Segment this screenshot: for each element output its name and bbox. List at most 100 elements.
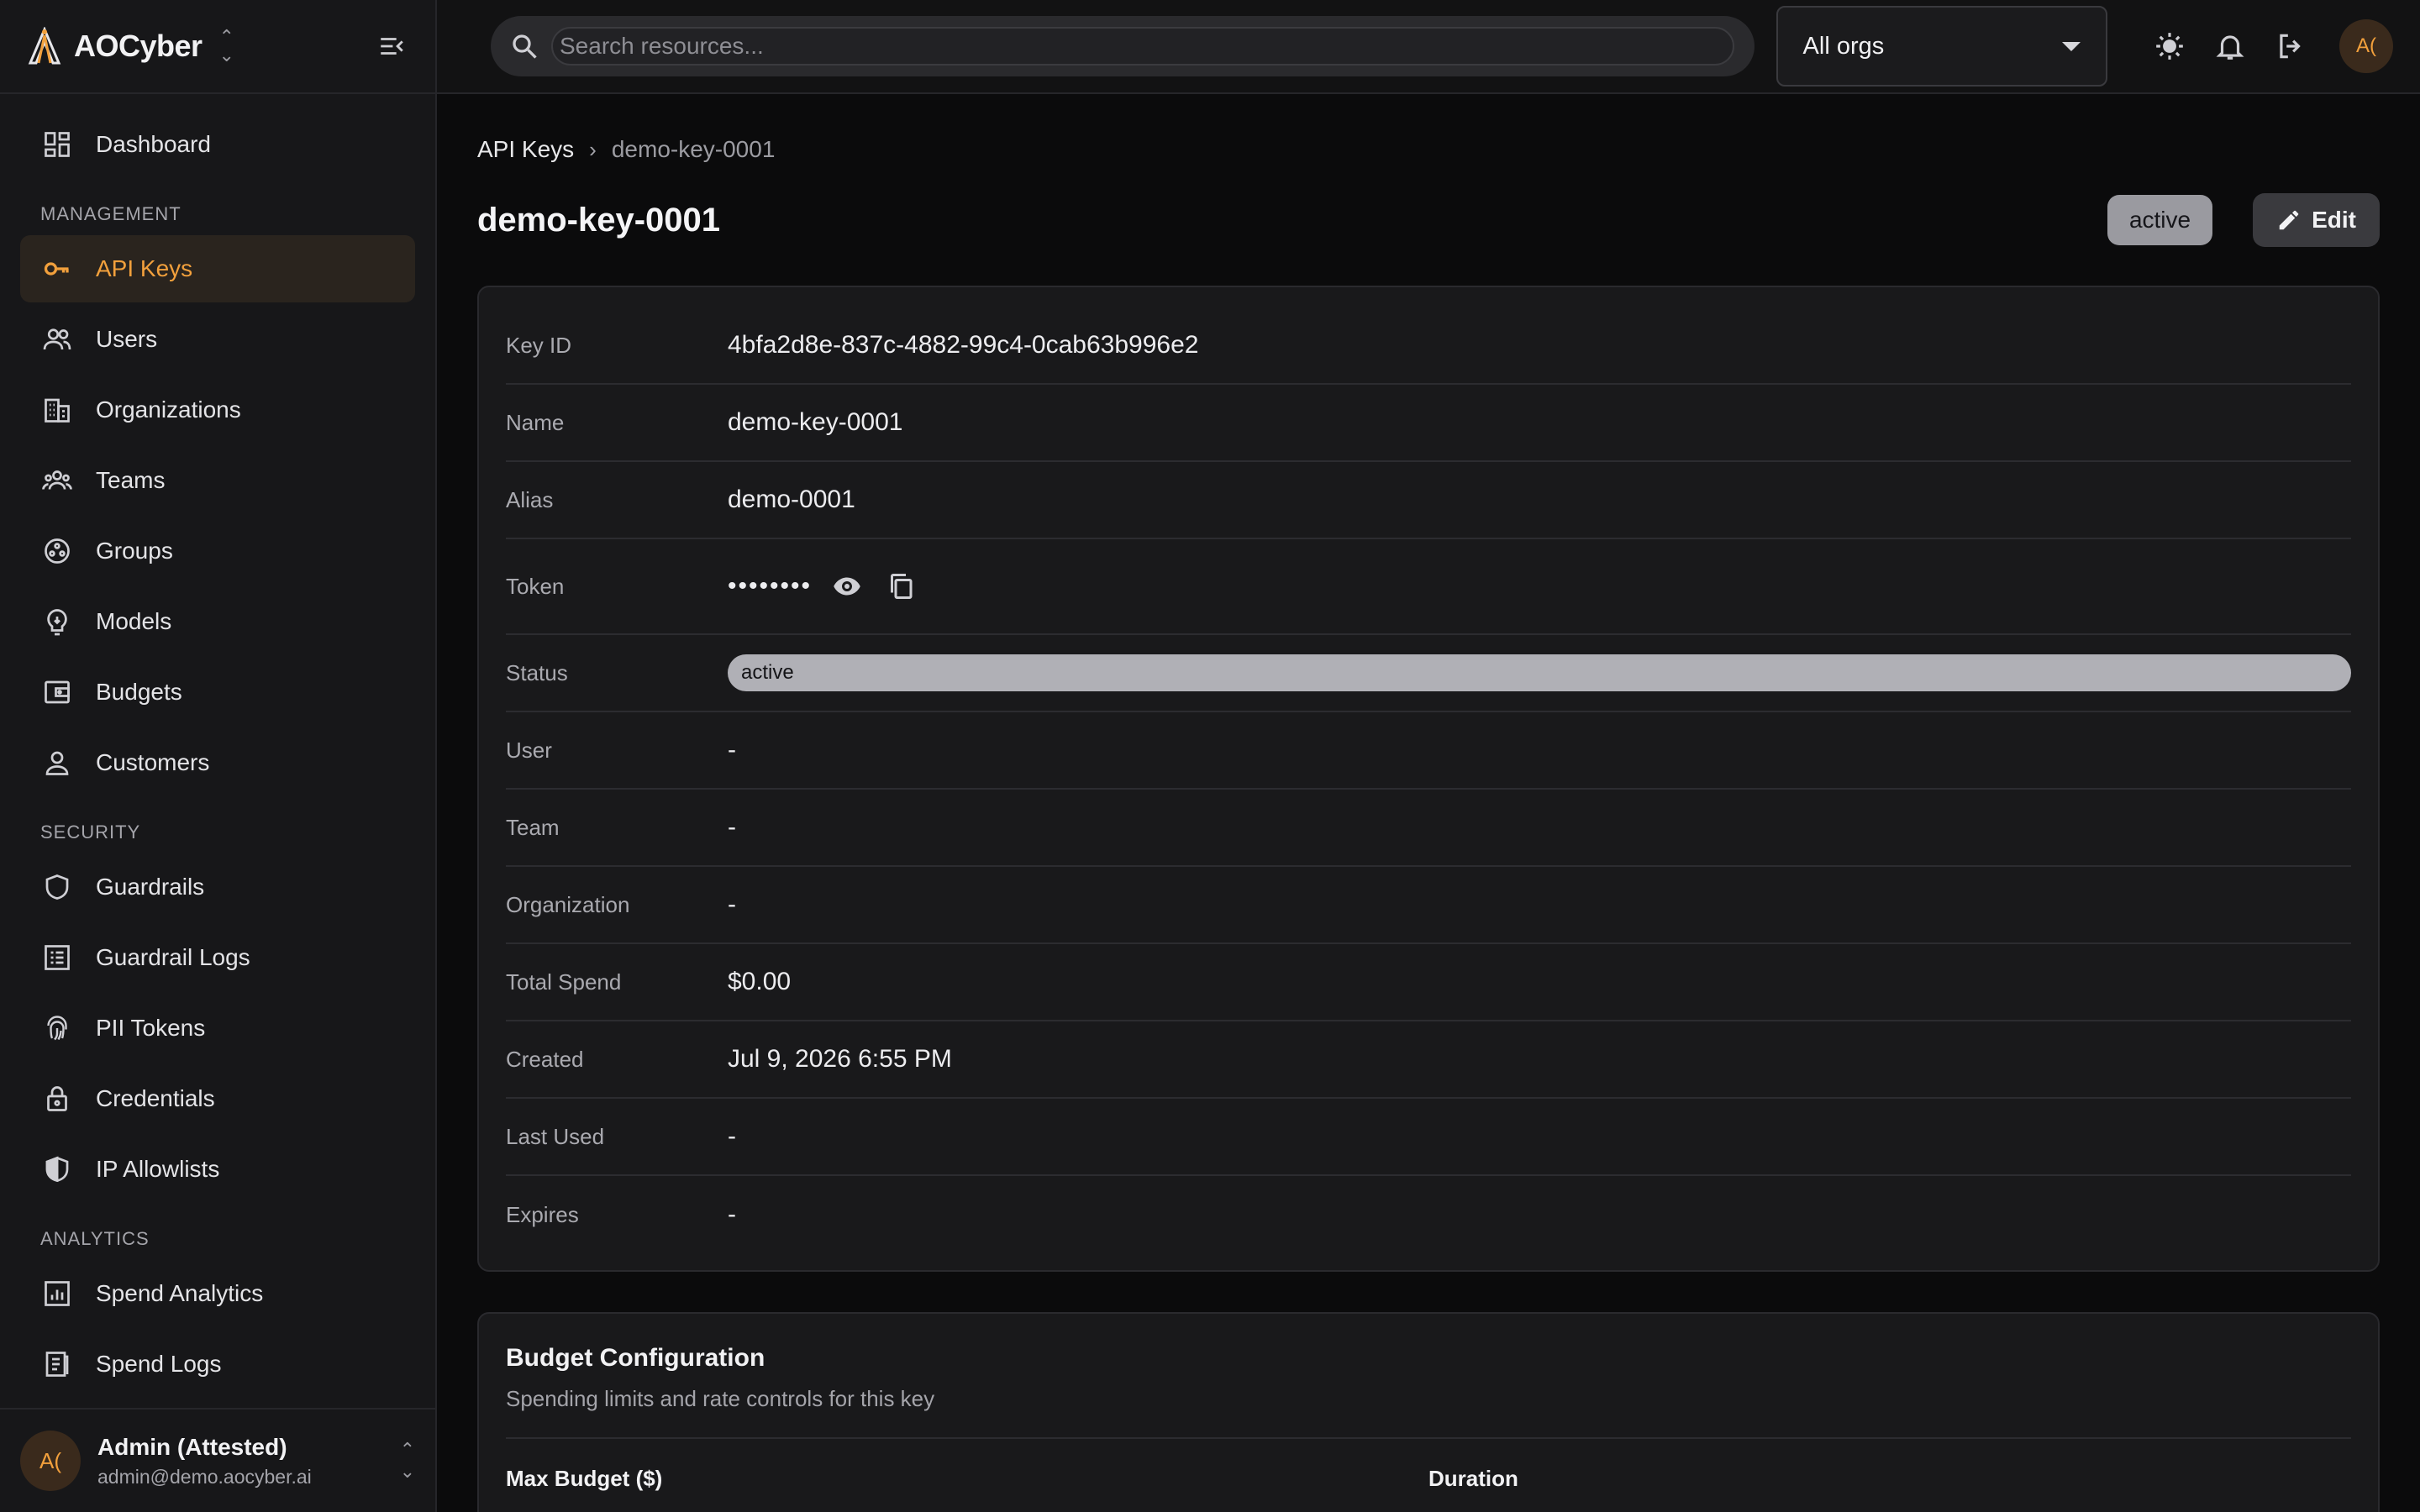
sidebar-item-api-keys[interactable]: API Keys	[20, 235, 415, 302]
edit-button-label: Edit	[2312, 207, 2356, 233]
detail-value-status: active	[728, 654, 2351, 691]
sidebar-item-label: Customers	[96, 749, 210, 775]
sidebar-item-models[interactable]: Models	[20, 588, 415, 655]
main-content: API Keys › demo-key-0001 demo-key-0001 a…	[437, 94, 2420, 1512]
dashboard-icon	[40, 128, 74, 161]
sidebar-item-label: Users	[96, 326, 158, 352]
status-chip: active	[728, 654, 2351, 691]
sidebar-item-pii-tokens[interactable]: PII Tokens	[20, 995, 415, 1062]
page-title: demo-key-0001	[477, 201, 721, 239]
detail-label: Status	[506, 659, 568, 685]
brand-logo-icon	[28, 27, 61, 65]
sidebar-item-spend-logs[interactable]: Spend Logs	[20, 1331, 415, 1398]
detail-value: -	[728, 1200, 736, 1228]
avatar: A(	[20, 1431, 81, 1491]
detail-row-created: Created Jul 9, 2026 6:55 PM	[506, 1021, 2351, 1099]
section-label-management: MANAGEMENT	[40, 203, 182, 224]
duration-label: Duration	[1428, 1466, 1518, 1491]
detail-label: User	[506, 737, 552, 763]
breadcrumb-current: demo-key-0001	[611, 136, 776, 162]
notifications-icon[interactable]	[2207, 23, 2254, 70]
copy-icon[interactable]	[882, 568, 919, 605]
teams-icon	[40, 464, 74, 497]
sidebar-item-label: Dashboard	[96, 131, 211, 157]
collapse-sidebar-icon[interactable]	[375, 29, 408, 63]
sidebar-item-label: Credentials	[96, 1085, 215, 1111]
fingerprint-icon	[40, 1011, 74, 1045]
key-details-card: Key ID 4bfa2d8e-837c-4882-99c4-0cab63b99…	[477, 286, 2380, 1272]
sidebar-item-budgets[interactable]: Budgets	[20, 659, 415, 726]
sidebar-item-ip-allowlists[interactable]: IP Allowlists	[20, 1136, 415, 1203]
sidebar-item-groups[interactable]: Groups	[20, 517, 415, 585]
detail-label: Expires	[506, 1201, 579, 1227]
detail-label: Created	[506, 1046, 584, 1072]
detail-label: Last Used	[506, 1123, 605, 1149]
chevron-up-down-icon[interactable]: ⌃ ⌄	[400, 1439, 415, 1483]
bar-chart-icon	[40, 1277, 74, 1310]
detail-value: -	[728, 1122, 736, 1150]
search-input[interactable]	[551, 27, 1734, 66]
detail-row-last-used: Last Used -	[506, 1099, 2351, 1176]
sidebar-item-label: API Keys	[96, 255, 193, 281]
edit-button[interactable]: Edit	[2253, 193, 2380, 247]
budget-columns: Max Budget ($) Duration	[506, 1466, 2351, 1492]
user-meta: Admin (Attested) admin@demo.aocyber.ai	[97, 1434, 312, 1488]
sidebar-item-label: Models	[96, 608, 172, 634]
users-icon	[40, 323, 74, 356]
max-budget-label: Max Budget ($)	[506, 1466, 663, 1491]
wallet-icon	[40, 675, 74, 709]
detail-value: demo-0001	[728, 486, 855, 513]
sidebar-item-teams[interactable]: Teams	[20, 447, 415, 514]
sidebar-item-organizations[interactable]: Organizations	[20, 376, 415, 444]
logout-icon[interactable]	[2267, 23, 2314, 70]
sidebar-nav: Dashboard MANAGEMENT API Keys Users Orga…	[0, 94, 435, 1398]
sidebar-item-label: Groups	[96, 538, 173, 564]
detail-label: Token	[506, 573, 565, 599]
detail-value: Jul 9, 2026 6:55 PM	[728, 1045, 952, 1073]
budget-config-card: Budget Configuration Spending limits and…	[477, 1312, 2380, 1512]
breadcrumb-link-api-keys[interactable]: API Keys	[477, 136, 574, 163]
breadcrumb: API Keys › demo-key-0001	[477, 136, 2380, 163]
groups-icon	[40, 534, 74, 568]
detail-row-alias: Alias demo-0001	[506, 462, 2351, 539]
org-select[interactable]: All orgs	[1776, 6, 2107, 87]
sidebar-item-label: PII Tokens	[96, 1015, 206, 1041]
detail-row-user: User -	[506, 712, 2351, 790]
caret-down-icon	[2062, 41, 2081, 51]
sidebar: AOCyber ⌃ ⌄ Dashboard MANAGEMENT API Keys…	[0, 0, 437, 1512]
sidebar-item-label: Guardrail Logs	[96, 944, 250, 970]
sidebar-item-customers[interactable]: Customers	[20, 729, 415, 796]
sidebar-item-label: Budgets	[96, 679, 182, 705]
sidebar-item-dashboard[interactable]: Dashboard	[20, 111, 415, 178]
brand-switch-icon[interactable]: ⌃ ⌄	[219, 28, 234, 65]
theme-toggle-icon[interactable]	[2146, 23, 2193, 70]
detail-value: $0.00	[728, 968, 792, 995]
sidebar-item-credentials[interactable]: Credentials	[20, 1065, 415, 1132]
section-label-security: SECURITY	[40, 822, 141, 843]
token-masked-value: ••••••••	[728, 572, 813, 600]
detail-row-key-id: Key ID 4bfa2d8e-837c-4882-99c4-0cab63b99…	[506, 307, 2351, 385]
brand-header: AOCyber ⌃ ⌄	[0, 0, 435, 94]
building-icon	[40, 393, 74, 427]
customer-icon	[40, 746, 74, 780]
sidebar-item-users[interactable]: Users	[20, 306, 415, 373]
user-menu[interactable]: A( Admin (Attested) admin@demo.aocyber.a…	[0, 1408, 435, 1512]
sidebar-item-spend-analytics[interactable]: Spend Analytics	[20, 1260, 415, 1327]
budget-subtitle: Spending limits and rate controls for th…	[506, 1386, 935, 1411]
status-badge: active	[2107, 195, 2213, 245]
detail-label: Key ID	[506, 332, 572, 358]
sidebar-item-guardrail-logs[interactable]: Guardrail Logs	[20, 924, 415, 991]
chevron-right-icon: ›	[589, 136, 597, 162]
sidebar-item-label: Spend Logs	[96, 1351, 222, 1377]
sidebar-item-label: Spend Analytics	[96, 1280, 264, 1306]
detail-label: Organization	[506, 891, 630, 917]
user-name: Admin (Attested)	[97, 1433, 287, 1460]
list-icon	[40, 941, 74, 974]
top-avatar[interactable]: A(	[2339, 19, 2393, 73]
detail-row-status: Status active	[506, 635, 2351, 712]
key-icon	[40, 252, 74, 286]
eye-icon[interactable]	[829, 568, 865, 605]
detail-label: Total Spend	[506, 969, 622, 995]
token-field: ••••••••	[728, 568, 2351, 605]
sidebar-item-guardrails[interactable]: Guardrails	[20, 853, 415, 921]
